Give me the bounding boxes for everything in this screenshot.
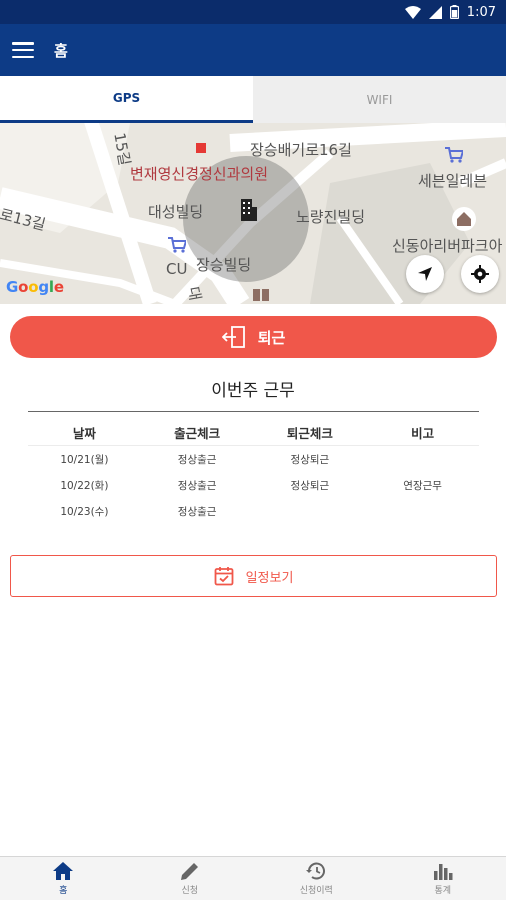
cell-checkout: 정상퇴근 (290, 453, 330, 466)
building-marker-icon (241, 199, 257, 221)
cell-date: 10/22(화) (60, 479, 109, 492)
map-label-jangseung: 장승빌딩 (196, 256, 252, 274)
schedule-label: 일정보기 (245, 570, 294, 586)
map-label-clinic: 변재영신경정신과의원 (130, 165, 269, 183)
pencil-icon (180, 862, 198, 880)
calendar-check-icon (214, 567, 233, 586)
nav-request-history[interactable]: 신청이력 (253, 857, 380, 900)
cell-checkin: 정상출근 (177, 479, 217, 492)
wifi-icon (404, 5, 421, 19)
map-label-sindong: 신동아리버파크아 (392, 237, 503, 255)
page-title: 홈 (54, 41, 68, 60)
shopping-cart-icon (168, 237, 186, 253)
exit-door-icon (221, 326, 245, 348)
nav-request[interactable]: 신청 (127, 857, 254, 900)
divider (28, 411, 479, 412)
table-row: 10/23(수) 정상출근 (28, 498, 479, 524)
navigation-arrow-icon (418, 267, 432, 281)
map-label-street-top: 장승배기로16길 (250, 141, 352, 159)
bottom-nav: 홈 신청 신청이력 통계 (0, 856, 506, 900)
map-label-seven-eleven: 세븐일레븐 (418, 172, 488, 190)
cell-date: 10/21(월) (60, 453, 109, 466)
signal-icon (428, 5, 442, 19)
table-row: 10/22(화) 정상출근 정상퇴근 연장근무 (28, 472, 479, 498)
tab-bar: GPS WIFI (0, 76, 506, 123)
map-view[interactable]: 장승배기로16길 로13길 15길 변재영신경정신과의원 세븐일레븐 대성빌딩 … (0, 123, 506, 304)
gear-icon (471, 265, 489, 283)
map-label-noryangjin: 노량진빌딩 (296, 208, 366, 226)
nav-label: 신청이력 (299, 885, 333, 896)
home-marker-icon (452, 207, 476, 231)
menu-icon[interactable] (12, 42, 34, 58)
nav-label: 신청 (181, 885, 199, 896)
cell-note: 연장근무 (403, 479, 442, 492)
tab-wifi[interactable]: WIFI (253, 76, 506, 123)
my-location-button[interactable] (406, 255, 444, 293)
history-icon (306, 862, 326, 879)
checkout-label: 퇴근 (257, 328, 286, 347)
map-settings-button[interactable] (461, 255, 499, 293)
nav-label: 통계 (434, 885, 452, 896)
cell-checkin: 정상출근 (177, 505, 217, 518)
status-time: 1:07 (466, 4, 496, 20)
nav-statistics[interactable]: 통계 (380, 857, 506, 900)
app-bar: 홈 (0, 24, 506, 76)
attendance-table: 날짜 출근체크 퇴근체크 비고 10/21(월) 정상출근 정상퇴근 10/22… (28, 420, 479, 524)
tab-gps[interactable]: GPS (0, 76, 253, 123)
table-row: 10/21(월) 정상출근 정상퇴근 (28, 446, 479, 472)
nav-home[interactable]: 홈 (0, 857, 127, 900)
column-header-date: 날짜 (72, 426, 96, 441)
cell-checkout: 정상퇴근 (290, 479, 330, 492)
map-label-cu: CU (166, 260, 188, 278)
week-title: 이번주 근무 (211, 381, 295, 401)
status-bar: 1:07 (0, 0, 506, 24)
cell-checkin: 정상출근 (177, 453, 217, 466)
bar-chart-icon (433, 863, 453, 880)
battery-icon (449, 5, 459, 19)
column-header-checkin: 출근체크 (174, 426, 221, 441)
view-schedule-button[interactable]: 일정보기 (10, 555, 497, 597)
column-header-checkout: 퇴근체크 (286, 426, 333, 441)
home-icon (53, 861, 74, 880)
checkout-button[interactable]: 퇴근 (10, 316, 497, 358)
shopping-cart-icon (445, 147, 463, 163)
cell-date: 10/23(수) (60, 505, 109, 518)
google-logo: Google (6, 278, 64, 296)
table-header: 날짜 출근체크 퇴근체크 비고 (28, 420, 479, 446)
column-header-note: 비고 (411, 426, 435, 441)
map-label-daesung: 대성빌딩 (148, 203, 204, 221)
nav-label: 홈 (59, 885, 68, 896)
book-marker-icon (253, 289, 269, 301)
